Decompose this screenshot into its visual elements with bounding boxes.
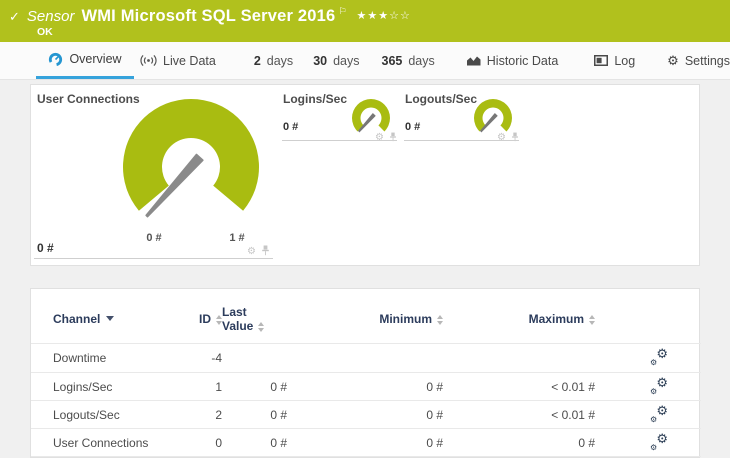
table-row: Logins/Sec 1 0 # 0 # < 0.01 # ⚙ ⚙	[31, 373, 701, 401]
gauge-icon	[48, 52, 63, 67]
column-header-minimum[interactable]: Minimum	[287, 312, 443, 326]
tab-2-days-number: 2	[253, 53, 261, 68]
priority-stars[interactable]: ★★★☆☆	[357, 9, 411, 22]
channel-id: -4	[211, 351, 222, 365]
column-header-maximum[interactable]: Maximum	[443, 312, 595, 326]
gauge-value-logins: 0 #	[283, 121, 299, 133]
sort-icon	[258, 322, 265, 336]
object-kind-label: Sensor	[26, 8, 75, 25]
gauge-value-user-connections: 0 #	[37, 241, 54, 255]
channel-name: Downtime	[53, 351, 107, 365]
stars-empty: ☆☆	[389, 10, 411, 22]
tab-overview[interactable]: Overview	[36, 42, 135, 79]
sensor-header: ✓ Sensor WMI Microsoft SQL Server 2016 ⚐…	[0, 0, 730, 42]
column-header-channel[interactable]: Channel	[53, 312, 183, 326]
channel-id: 0	[215, 436, 222, 450]
channel-last-value: 0 #	[270, 380, 287, 394]
table-row: Logouts/Sec 2 0 # 0 # < 0.01 # ⚙ ⚙	[31, 401, 701, 429]
pin-icon[interactable]	[389, 129, 397, 147]
tab-live-data-label: Live Data	[163, 53, 216, 68]
tab-2-days[interactable]: 2 days	[254, 42, 293, 79]
sort-desc-icon	[106, 316, 115, 321]
table-row: Downtime -4 ⚙ ⚙	[31, 344, 701, 372]
stars-filled: ★★★	[356, 10, 390, 22]
table-header-row: Channel ID Last Value Minimum Maximum	[31, 305, 701, 333]
sort-icon	[437, 315, 443, 325]
tab-settings[interactable]: ⚙ Settings	[667, 42, 730, 79]
channel-gear-icon[interactable]: ⚙	[247, 247, 256, 257]
tab-30-days[interactable]: 30 days	[313, 42, 359, 79]
channel-minimum	[287, 344, 443, 372]
channel-last-value: 0 #	[270, 436, 287, 450]
tab-365-days-number: 365	[381, 53, 403, 68]
tab-bar: Overview Live Data 2 days 30 days 365 da…	[0, 42, 730, 80]
tab-settings-label: Settings	[684, 53, 730, 68]
user-connections-gauge	[123, 99, 260, 218]
gauge-scale-min: 0 #	[146, 232, 162, 244]
edit-channel-gears-icon[interactable]: ⚙ ⚙	[650, 347, 668, 367]
tab-log-label: Log	[614, 53, 636, 68]
tab-365-days[interactable]: 365 days	[382, 42, 435, 79]
channel-maximum: 0 #	[578, 436, 595, 450]
tab-historic-data[interactable]: Historic Data	[466, 42, 559, 79]
tab-log[interactable]: Log	[594, 42, 635, 79]
channel-gear-icon[interactable]: ⚙	[375, 133, 384, 143]
pin-icon[interactable]	[511, 129, 519, 147]
channel-minimum: 0 #	[426, 380, 443, 394]
tab-2-days-unit: days	[266, 53, 294, 68]
column-header-id[interactable]: ID	[183, 312, 222, 326]
status-ok-check-icon: ✓	[9, 9, 20, 24]
channel-minimum: 0 #	[426, 436, 443, 450]
edit-channel-gears-icon[interactable]: ⚙ ⚙	[650, 376, 668, 396]
gauge-title-logouts: Logouts/Sec	[405, 92, 478, 106]
channel-minimum: 0 #	[426, 408, 443, 422]
chart-icon	[466, 55, 481, 66]
channel-last-value	[222, 344, 287, 372]
sort-icon	[589, 315, 595, 325]
edit-channel-gears-icon[interactable]: ⚙ ⚙	[650, 404, 668, 424]
channel-name: User Connections	[53, 436, 149, 450]
gear-icon: ⚙	[667, 52, 679, 68]
tab-historic-data-label: Historic Data	[486, 53, 559, 68]
channel-name: Logins/Sec	[53, 380, 113, 394]
channel-maximum: < 0.01 #	[551, 408, 595, 422]
tab-overview-label: Overview	[69, 52, 122, 66]
page-title: WMI Microsoft SQL Server 2016	[81, 7, 336, 25]
tab-365-days-unit: days	[408, 53, 435, 68]
channel-name: Logouts/Sec	[53, 408, 120, 422]
log-icon	[594, 55, 609, 66]
gauge-title-logins: Logins/Sec	[283, 92, 348, 106]
gauge-value-logouts: 0 #	[405, 121, 421, 133]
channel-table-panel: Channel ID Last Value Minimum Maximum Do…	[30, 288, 701, 458]
flag-icon[interactable]: ⚐	[338, 6, 346, 17]
gauges-panel: User Connections 0 # 1 # 0 # ⚙ Logins/Se…	[30, 84, 700, 266]
tab-live-data[interactable]: Live Data	[140, 42, 216, 79]
channel-last-value: 0 #	[270, 408, 287, 422]
channel-id: 1	[215, 380, 222, 394]
edit-channel-gears-icon[interactable]: ⚙ ⚙	[650, 432, 668, 452]
table-row: User Connections 0 0 # 0 # 0 # ⚙ ⚙	[31, 429, 701, 457]
sort-icon	[216, 315, 222, 325]
tab-30-days-number: 30	[313, 53, 328, 68]
channel-maximum	[443, 344, 595, 372]
channel-gear-icon[interactable]: ⚙	[497, 133, 506, 143]
channel-id: 2	[215, 408, 222, 422]
live-data-icon	[140, 54, 157, 67]
channel-maximum: < 0.01 #	[551, 380, 595, 394]
tab-30-days-unit: days	[333, 53, 360, 68]
column-header-last-value[interactable]: Last Value	[222, 305, 287, 333]
status-badge: OK	[37, 26, 53, 38]
